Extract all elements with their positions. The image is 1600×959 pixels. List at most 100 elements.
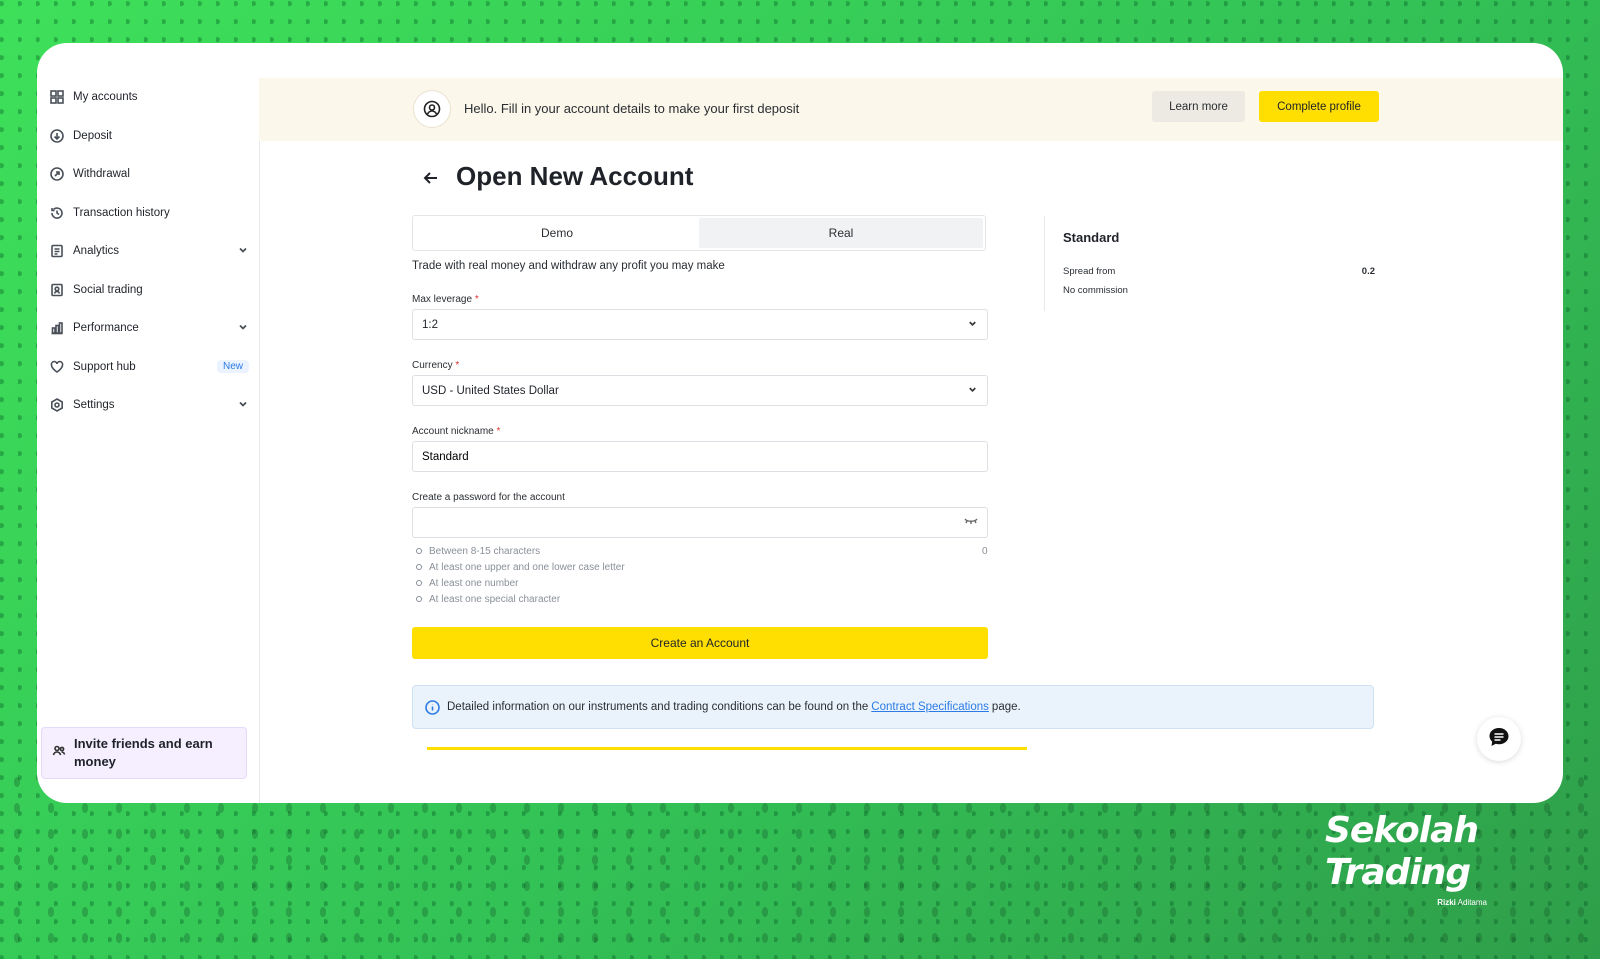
sidebar-item-withdrawal[interactable]: Withdrawal <box>37 155 259 194</box>
grid-icon <box>49 89 65 105</box>
tab-demo[interactable]: Demo <box>415 218 699 248</box>
password-field[interactable] <box>412 507 988 538</box>
learn-more-button[interactable]: Learn more <box>1152 91 1245 122</box>
list-item: At least one special character <box>416 591 988 607</box>
sidebar-item-label: Settings <box>73 399 115 412</box>
sidebar-item-analytics[interactable]: Analytics <box>37 232 259 271</box>
list-item: At least one upper and one lower case le… <box>416 559 988 575</box>
chevron-down-icon[interactable] <box>237 398 249 413</box>
chevron-down-icon <box>967 318 978 332</box>
nickname-label: Account nickname * <box>412 426 500 437</box>
sidebar-item-social-trading[interactable]: Social trading <box>37 271 259 310</box>
new-badge: New <box>216 360 249 374</box>
leverage-value: 1:2 <box>422 318 438 331</box>
sidebar-item-deposit[interactable]: Deposit <box>37 117 259 156</box>
history-icon <box>49 205 65 221</box>
currency-select[interactable]: USD - United States Dollar <box>412 375 988 406</box>
sidebar-item-label: Social trading <box>73 283 143 296</box>
chat-icon <box>1487 725 1511 754</box>
gear-icon <box>49 397 65 413</box>
social-icon <box>49 282 65 298</box>
sidebar-item-label: Transaction history <box>73 206 170 219</box>
spread-label: Spread from <box>1063 266 1116 277</box>
spread-row: Spread from 0.2 <box>1063 266 1375 277</box>
tab-real[interactable]: Real <box>699 218 983 248</box>
sidebar: My accounts Deposit Withdrawal Transacti… <box>37 78 260 803</box>
rule-text: Between 8-15 characters <box>429 545 541 557</box>
sidebar-item-label: Performance <box>73 322 139 335</box>
sidebar-item-label: Withdrawal <box>73 168 130 181</box>
invite-friends-card[interactable]: Invite friends and earn money <box>41 727 247 779</box>
rule-bullet <box>416 564 422 570</box>
profile-banner: Hello. Fill in your account details to m… <box>259 78 1563 141</box>
users-icon <box>52 744 66 763</box>
logo-author: Rizki Aditama <box>1437 898 1487 907</box>
bar-chart-icon <box>49 320 65 336</box>
account-summary: Standard Spread from 0.2 No commission <box>1044 216 1375 311</box>
page-title: Open New Account <box>456 161 694 191</box>
deposit-icon <box>49 128 65 144</box>
commission-row: No commission <box>1063 285 1375 296</box>
nickname-input[interactable] <box>412 441 988 472</box>
sidebar-item-transaction-history[interactable]: Transaction history <box>37 194 259 233</box>
heart-icon <box>49 359 65 375</box>
contract-specifications-link[interactable]: Contract Specifications <box>871 701 989 713</box>
rule-text: At least one upper and one lower case le… <box>429 561 625 573</box>
rule-bullet <box>416 548 422 554</box>
complete-profile-button[interactable]: Complete profile <box>1259 91 1379 122</box>
currency-value: USD - United States Dollar <box>422 384 559 397</box>
eye-closed-icon[interactable] <box>964 516 978 529</box>
rule-text: At least one special character <box>429 593 561 605</box>
sidebar-item-support-hub[interactable]: Support hub New <box>37 348 259 387</box>
required-mark: * <box>496 426 501 437</box>
logo-line-1: Sekolah <box>1325 810 1479 851</box>
sidebar-item-my-accounts[interactable]: My accounts <box>37 78 259 117</box>
banner-message: Hello. Fill in your account details to m… <box>464 101 800 116</box>
sidebar-item-performance[interactable]: Performance <box>37 309 259 348</box>
chevron-down-icon[interactable] <box>237 244 249 259</box>
list-item: Between 8-15 characters <box>416 543 988 559</box>
password-label: Create a password for the account <box>412 492 565 503</box>
author-last-name: Aditama <box>1457 898 1487 907</box>
chat-button[interactable] <box>1477 717 1521 761</box>
app-window: My accounts Deposit Withdrawal Transacti… <box>37 43 1563 803</box>
list-item: At least one number <box>416 575 988 591</box>
chevron-down-icon <box>967 384 978 398</box>
tab-description: Trade with real money and withdraw any p… <box>412 260 725 272</box>
summary-title: Standard <box>1063 230 1120 245</box>
nickname-label-text: Account nickname <box>412 426 494 437</box>
spread-value: 0.2 <box>1361 266 1375 277</box>
rule-text: At least one number <box>429 577 519 589</box>
sekolah-trading-logo: Sekolah Trading Rizki Aditama <box>1325 810 1505 915</box>
sidebar-item-label: My accounts <box>73 91 138 104</box>
leverage-select[interactable]: 1:2 <box>412 309 988 340</box>
info-text: Detailed information on our instruments … <box>447 701 869 713</box>
withdrawal-icon <box>49 166 65 182</box>
currency-label-text: Currency <box>412 360 453 371</box>
rule-bullet <box>416 580 422 586</box>
rule-bullet <box>416 596 422 602</box>
back-arrow-icon[interactable] <box>422 169 440 187</box>
invite-label: Invite friends and earn money <box>74 736 213 769</box>
leverage-label-text: Max leverage <box>412 294 473 305</box>
commission-label: No commission <box>1063 285 1128 296</box>
info-icon <box>425 699 440 715</box>
analytics-icon <box>49 243 65 259</box>
info-text-end: page. <box>991 701 1021 713</box>
sidebar-item-label: Deposit <box>73 129 112 142</box>
sidebar-item-label: Analytics <box>73 245 120 258</box>
password-rules: Between 8-15 characters At least one upp… <box>416 543 988 607</box>
info-notice: Detailed information on our instruments … <box>412 685 1374 729</box>
leverage-label: Max leverage * <box>412 294 479 305</box>
required-mark: * <box>474 294 479 305</box>
account-type-tabs: Demo Real <box>412 215 986 251</box>
author-first-name: Rizki <box>1437 898 1456 907</box>
chevron-down-icon[interactable] <box>237 321 249 336</box>
logo-line-2: Trading <box>1325 852 1471 893</box>
user-circle-icon <box>413 90 451 128</box>
sidebar-item-settings[interactable]: Settings <box>37 386 259 425</box>
sidebar-item-label: Support hub <box>73 360 136 373</box>
create-account-button[interactable]: Create an Account <box>412 627 988 659</box>
currency-label: Currency * <box>412 360 459 371</box>
required-mark: * <box>455 360 460 371</box>
